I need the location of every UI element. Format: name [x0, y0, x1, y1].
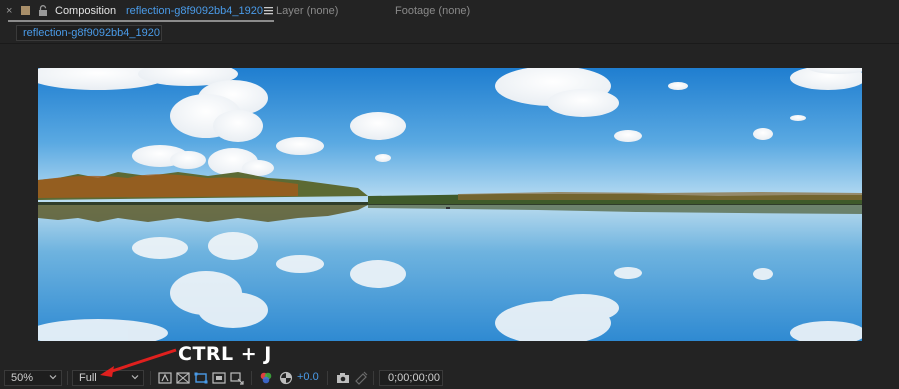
snapshot-target-icon[interactable]: [230, 371, 244, 385]
composition-viewer[interactable]: [0, 45, 899, 367]
color-management-icon[interactable]: [279, 371, 293, 385]
composition-navigator: reflection-g8f9092bb4_1920: [0, 22, 899, 44]
keyboard-shortcut-annotation: CTRL + J: [178, 343, 272, 365]
show-snapshot-icon[interactable]: [354, 371, 368, 385]
magnification-dropdown[interactable]: 50%: [4, 370, 62, 386]
lock-icon[interactable]: [38, 5, 48, 16]
close-icon[interactable]: ×: [6, 5, 16, 17]
tab-layer[interactable]: Layer (none): [276, 5, 338, 17]
camera-snapshot-icon[interactable]: [336, 371, 350, 385]
composition-tab-label[interactable]: Composition: [55, 5, 116, 17]
composition-color-swatch: [21, 6, 30, 15]
region-of-interest-icon[interactable]: [194, 371, 208, 385]
color-channels-icon[interactable]: [259, 371, 273, 385]
annotation-arrow-icon: [100, 348, 177, 377]
toolbar-divider: [67, 371, 68, 385]
magnification-value: 50%: [11, 372, 34, 384]
chevron-down-icon: [49, 375, 57, 380]
exposure-value[interactable]: +0.0: [297, 371, 319, 383]
toolbar-divider: [373, 371, 374, 385]
current-time-display[interactable]: 0;00;00;00: [379, 370, 443, 386]
tab-footage[interactable]: Footage (none): [395, 5, 470, 17]
composition-tab-name[interactable]: reflection-g8f9092bb4_1920: [126, 5, 263, 17]
panel-tab-bar: × Composition reflection-g8f9092bb4_1920…: [0, 0, 899, 22]
composition-frame-image: [38, 68, 862, 341]
composition-breadcrumb[interactable]: reflection-g8f9092bb4_1920: [16, 25, 162, 41]
hamburger-menu-icon[interactable]: [264, 6, 273, 15]
toolbar-divider: [327, 371, 328, 385]
toolbar-divider: [251, 371, 252, 385]
mask-visibility-icon[interactable]: [212, 371, 226, 385]
